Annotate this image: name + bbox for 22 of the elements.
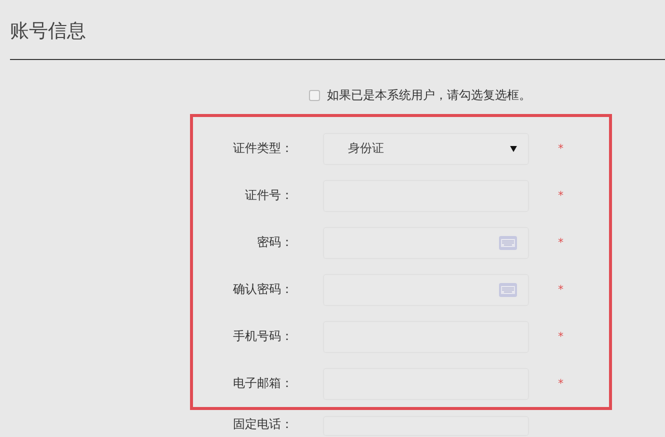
select-field[interactable]: 身份证 [323, 132, 529, 164]
field-label: 确认密码： [232, 281, 293, 298]
field-label: 证件号： [244, 187, 293, 204]
field-label: 手机号码： [232, 328, 293, 345]
password-field[interactable] [323, 274, 529, 306]
field-label: 电子邮箱： [232, 375, 293, 392]
checkbox[interactable] [309, 90, 320, 100]
required-mark: * [558, 236, 564, 249]
keyboard-icon[interactable] [499, 236, 517, 250]
required-mark: * [558, 142, 564, 155]
field-label: 固定电话： [232, 416, 293, 433]
password-field[interactable] [323, 226, 529, 258]
checkbox-label: 如果已是本系统用户，请勾选复选框。 [327, 86, 531, 104]
required-mark: * [558, 283, 564, 296]
keyboard-icon[interactable] [499, 282, 517, 296]
field-label: 密码： [256, 234, 293, 251]
caret-icon [510, 146, 517, 152]
required-mark: * [558, 330, 564, 343]
section-title: 账号信息 [9, 19, 87, 44]
required-mark: * [558, 189, 564, 202]
field-label: 证件类型： [232, 140, 293, 157]
required-mark: * [558, 377, 564, 390]
